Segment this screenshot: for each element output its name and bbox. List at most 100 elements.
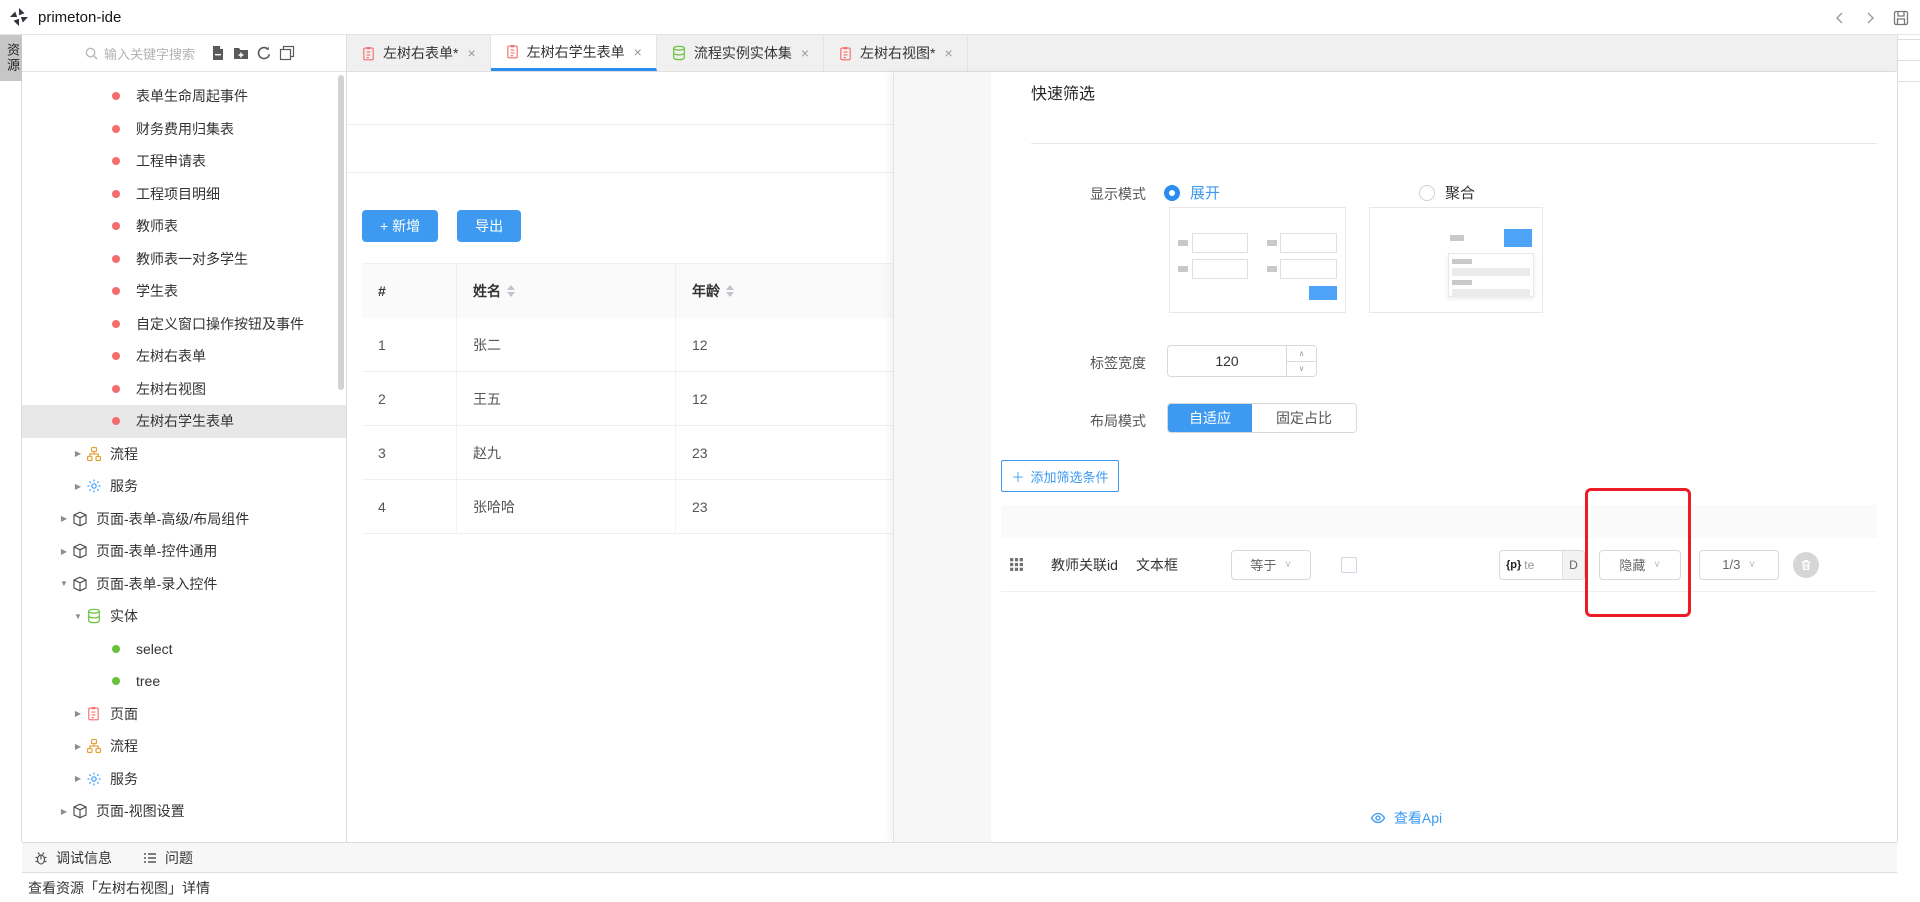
add-row-button[interactable]: + 新增: [362, 210, 438, 242]
problems-button[interactable]: 问题: [142, 848, 193, 868]
step-up-icon[interactable]: ∧: [1287, 346, 1316, 361]
tree-item[interactable]: 工程申请表: [22, 145, 346, 178]
tree-item[interactable]: 学生表: [22, 275, 346, 308]
drag-handle-icon[interactable]: [1009, 557, 1024, 572]
expand-arrow-icon[interactable]: [70, 482, 86, 491]
add-filter-button[interactable]: ＋ 添加筛选条件: [1001, 460, 1119, 492]
export-button[interactable]: 导出: [457, 210, 521, 242]
tree-item[interactable]: 左树右表单: [22, 340, 346, 373]
nav-back-icon[interactable]: [1832, 10, 1848, 26]
filter-control-type: 文本框: [1128, 555, 1223, 575]
import-resource-icon[interactable]: [210, 45, 226, 61]
sort-icon[interactable]: [726, 285, 734, 297]
tree-item[interactable]: 工程项目明细: [22, 178, 346, 211]
tree-item[interactable]: 教师表一对多学生: [22, 243, 346, 276]
default-value-input[interactable]: {p} te D: [1499, 550, 1585, 580]
settings-menu-item[interactable]: [894, 325, 991, 374]
app-logo-icon: [8, 6, 30, 28]
chevron-down-icon: ∨: [1748, 559, 1755, 570]
statusbar: 查看资源「左树右视图」详情: [0, 873, 1920, 902]
display-mode-expand-radio[interactable]: 展开: [1164, 182, 1220, 203]
tree-item[interactable]: 流程: [22, 438, 346, 471]
table-row: 2 王五 12: [362, 372, 893, 426]
expand-arrow-icon[interactable]: [56, 547, 72, 556]
editor-tab[interactable]: 流程实例实体集 ×: [657, 35, 824, 71]
new-folder-icon[interactable]: [233, 45, 249, 61]
tree-item[interactable]: 左树右视图: [22, 373, 346, 406]
editor-tab[interactable]: 左树右视图* ×: [824, 35, 968, 71]
table-column-header[interactable]: 年龄: [676, 264, 893, 318]
tree-item[interactable]: 页面-表单-控件通用: [22, 535, 346, 568]
collapse-mode-preview[interactable]: [1369, 207, 1543, 313]
red-dot-icon: [112, 222, 136, 230]
expand-arrow-icon[interactable]: [70, 742, 86, 751]
tree-item[interactable]: select: [22, 633, 346, 666]
nav-forward-icon[interactable]: [1862, 10, 1878, 26]
debug-info-button[interactable]: 调试信息: [33, 848, 112, 868]
settings-menu-item[interactable]: [894, 227, 991, 276]
editor-tab[interactable]: 左树右表单* ×: [347, 35, 491, 71]
collapse-panel-icon[interactable]: [279, 45, 295, 61]
tree-item[interactable]: 教师表: [22, 210, 346, 243]
close-icon[interactable]: ×: [634, 44, 642, 60]
close-icon[interactable]: ×: [467, 45, 475, 61]
tree-item[interactable]: tree: [22, 665, 346, 698]
tree-item[interactable]: 页面-表单-录入控件: [22, 568, 346, 601]
sidebar-scrollbar[interactable]: [338, 75, 344, 390]
table-column-header[interactable]: #: [362, 264, 457, 318]
sort-icon[interactable]: [507, 285, 515, 297]
divider: [347, 172, 893, 173]
expand-arrow-icon[interactable]: [70, 449, 86, 458]
display-mode-collapse-radio[interactable]: 聚合: [1419, 182, 1475, 203]
status-text: 查看资源「左树右视图」详情: [28, 878, 210, 898]
filter-field-name: 教师关联id: [1043, 555, 1128, 575]
close-icon[interactable]: ×: [801, 45, 809, 61]
settings-menu-item[interactable]: [894, 178, 991, 227]
layout-fixed-option[interactable]: 固定占比: [1252, 404, 1356, 432]
tree-item[interactable]: 实体: [22, 600, 346, 633]
expand-mode-preview[interactable]: [1169, 207, 1346, 313]
rail-tab[interactable]: [1898, 61, 1920, 82]
label-width-input[interactable]: 120 ∧ ∨: [1167, 345, 1317, 377]
ratio-select[interactable]: 1/3 ∨: [1699, 550, 1779, 580]
expand-arrow-icon[interactable]: [56, 514, 72, 523]
rail-tab-resources[interactable]: 资源: [0, 35, 22, 81]
quick-filter-panel: 快速筛选 显示模式 展开 聚合: [991, 72, 1897, 842]
tree-item[interactable]: 服务: [22, 763, 346, 796]
delete-filter-button[interactable]: [1793, 552, 1819, 578]
step-down-icon[interactable]: ∨: [1287, 361, 1316, 377]
tree-item[interactable]: 流程: [22, 730, 346, 763]
tree-item[interactable]: 页面: [22, 698, 346, 731]
tree-item[interactable]: 财务费用归集表: [22, 113, 346, 146]
tree-item-label: 左树右视图: [136, 379, 206, 399]
tree-item[interactable]: 页面-视图设置: [22, 795, 346, 828]
expand-arrow-icon[interactable]: [56, 579, 72, 588]
settings-menu-item[interactable]: [894, 80, 991, 129]
layout-adaptive-option[interactable]: 自适应: [1168, 404, 1252, 432]
table-column-header[interactable]: 姓名: [457, 264, 676, 318]
lock-checkbox[interactable]: [1341, 557, 1357, 573]
save-icon[interactable]: [1892, 9, 1910, 27]
expand-arrow-icon[interactable]: [70, 612, 86, 621]
settings-menu-item[interactable]: [894, 276, 991, 325]
tree-item-label: select: [136, 641, 173, 657]
operator-select[interactable]: 等于 ∨: [1231, 550, 1311, 580]
tree-item[interactable]: 自定义窗口操作按钮及事件: [22, 308, 346, 341]
rail-tab[interactable]: [1898, 39, 1920, 61]
editor-tab[interactable]: 左树右学生表单 ×: [491, 35, 657, 71]
view-api-link[interactable]: 查看Api: [991, 808, 1821, 828]
display-select[interactable]: 隐藏 ∨: [1599, 550, 1681, 580]
expand-arrow-icon[interactable]: [56, 807, 72, 816]
tree-item[interactable]: 服务: [22, 470, 346, 503]
tree-item[interactable]: 左树右学生表单: [22, 405, 346, 438]
search-input[interactable]: 输入关键字搜索: [104, 44, 195, 63]
expand-arrow-icon[interactable]: [70, 774, 86, 783]
tree-item[interactable]: 页面-表单-高级/布局组件: [22, 503, 346, 536]
close-icon[interactable]: ×: [944, 45, 952, 61]
expand-arrow-icon[interactable]: [70, 709, 86, 718]
settings-menu-item[interactable]: [894, 129, 991, 178]
tree-item-label: 服务: [110, 476, 138, 496]
tree-item[interactable]: 表单生命周起事件: [22, 80, 346, 113]
refresh-icon[interactable]: [256, 45, 272, 61]
settings-menu-item[interactable]: [894, 374, 991, 423]
